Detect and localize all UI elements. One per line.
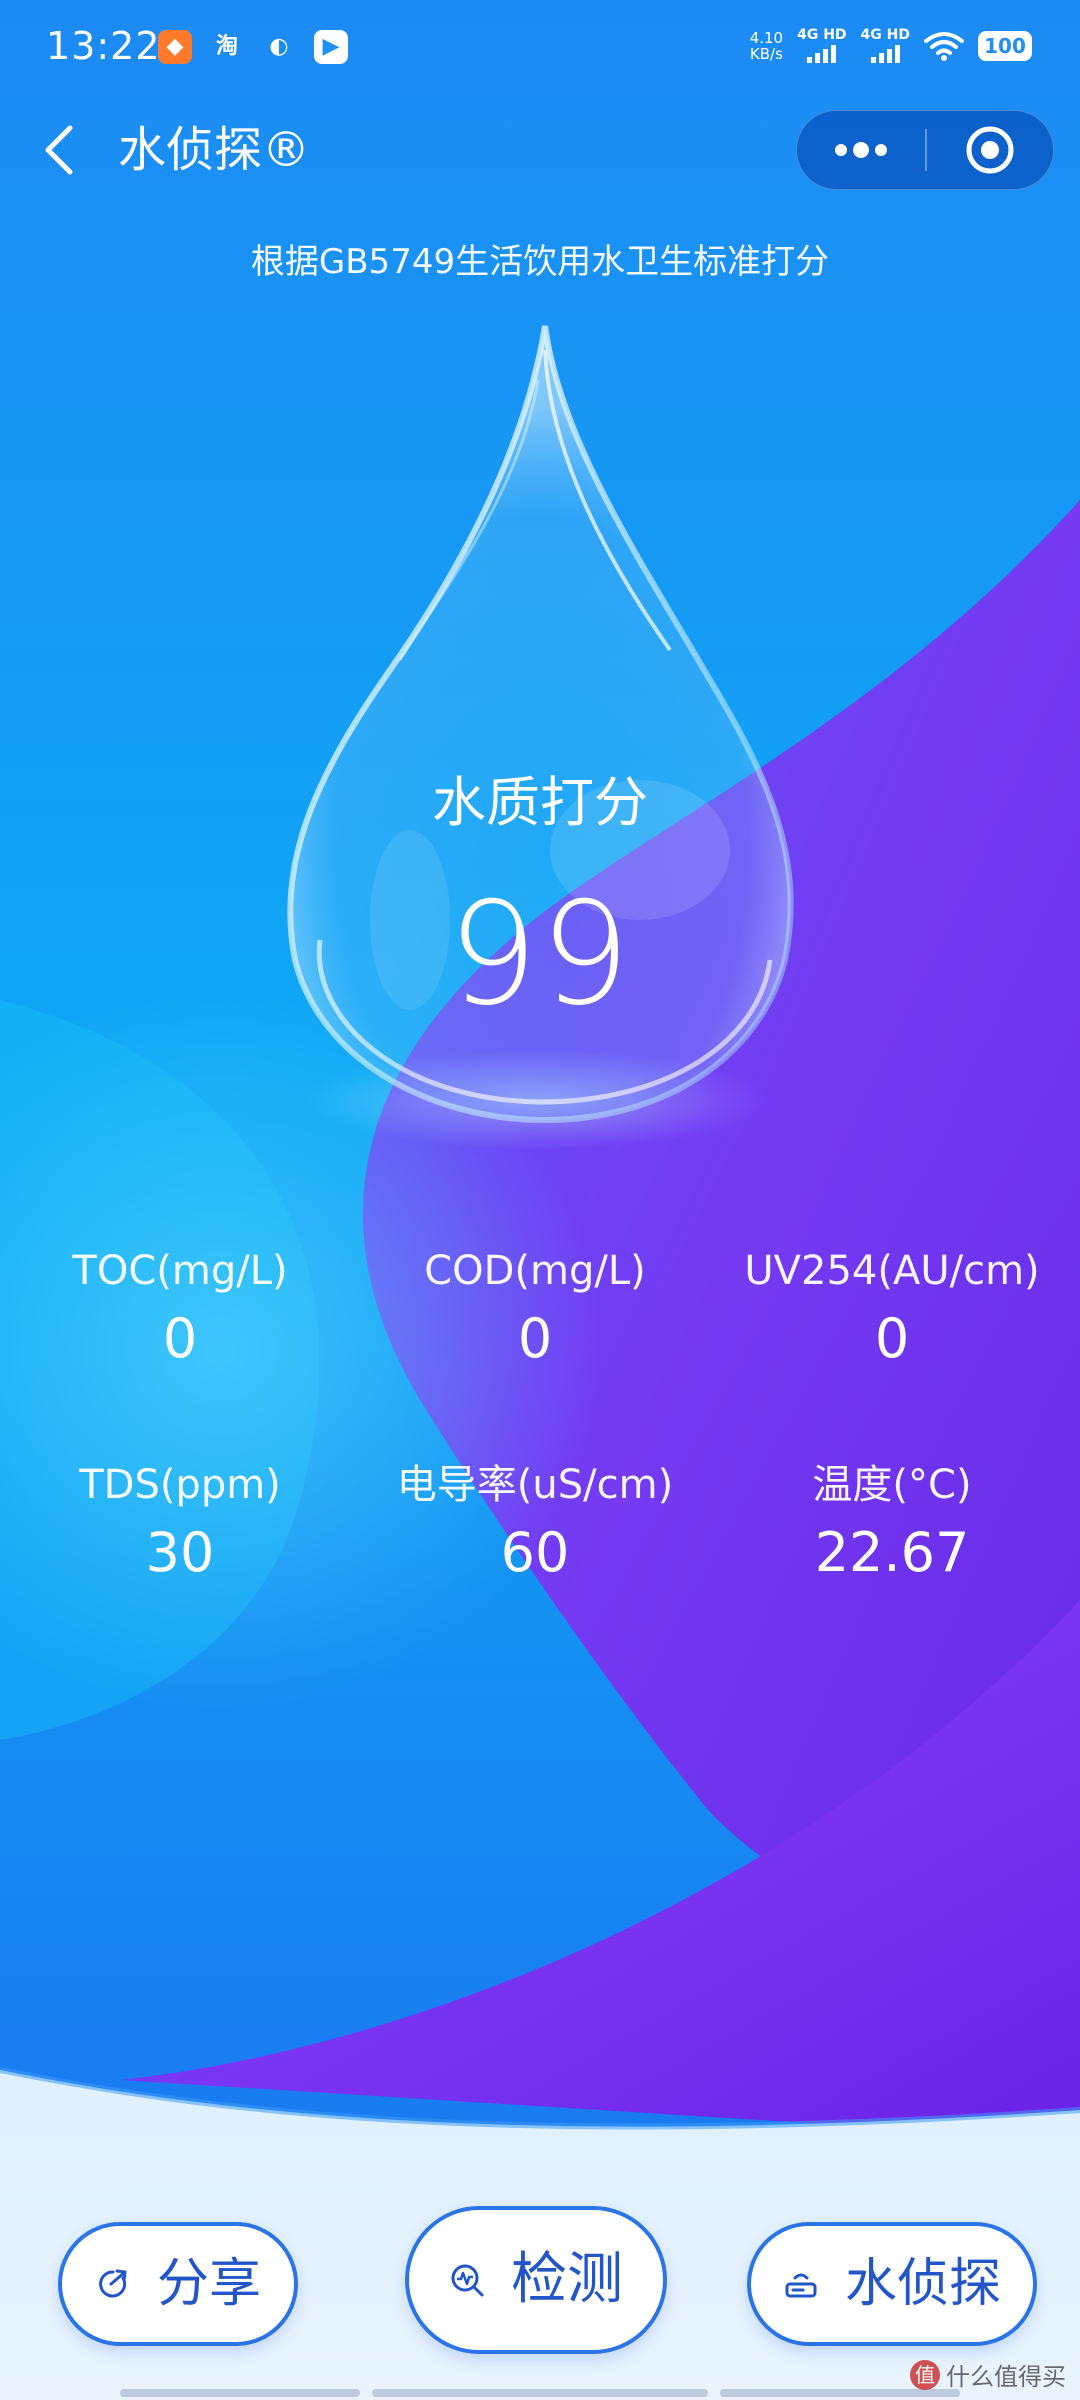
water-detective-button[interactable]: 水侦探: [747, 2222, 1037, 2346]
detect-button-label: 检测: [511, 2247, 623, 2312]
status-indicators: 4.10 KB/s 4G HD 4G HD 100: [750, 28, 1032, 63]
signal-2: 4G HD: [861, 28, 910, 63]
status-time: 13:22: [46, 24, 161, 68]
status-app-icons: ◆ 淘 ◐ ▶: [158, 30, 348, 64]
network-speed-unit: KB/s: [749, 44, 783, 63]
metric-label: COD(mg/L): [424, 1248, 646, 1294]
watermark-badge-icon: 值: [910, 2359, 940, 2390]
taobao-icon: 淘: [215, 34, 238, 59]
signal-bars-icon: [807, 45, 837, 63]
mini-program-capsule: [796, 110, 1054, 190]
notification-app-icon: ◆: [158, 30, 192, 64]
home-indicator-segment: [372, 2389, 708, 2397]
back-icon[interactable]: [38, 122, 84, 178]
metric-value: 0: [874, 1307, 910, 1370]
water-detective-button-label: 水侦探: [844, 2254, 1001, 2314]
metric-tds: TDS(ppm) 30: [0, 1459, 360, 1585]
watermark-text: 什么值得买: [946, 2363, 1066, 2391]
battery-indicator: 100: [978, 30, 1032, 61]
video-app-icon: ▶: [314, 30, 348, 64]
share-icon: [99, 2269, 127, 2298]
metric-value: 60: [500, 1521, 570, 1584]
page-title: 水侦探®: [118, 122, 311, 178]
metric-value: 0: [162, 1307, 198, 1370]
network-speed: 4.10 KB/s: [750, 30, 783, 62]
metric-label: 电导率(uS/cm): [396, 1462, 674, 1508]
status-bar: 13:22 ◆ 淘 ◐ ▶ 4.10 KB/s 4G HD 4G HD 100: [0, 0, 1080, 100]
signal-bars-icon: [870, 45, 900, 63]
metric-value: 30: [145, 1521, 215, 1584]
metric-conductivity: 电导率(uS/cm) 60: [355, 1459, 715, 1585]
detect-icon: [451, 2264, 484, 2297]
metric-label: TDS(ppm): [79, 1462, 281, 1508]
water-quality-score-value: 99: [447, 872, 633, 1037]
signal-1: 4G HD: [797, 27, 847, 63]
watermark: 值 什么值得买: [910, 2357, 1066, 2392]
share-button[interactable]: 分享: [58, 2222, 298, 2346]
metric-toc: TOC(mg/L) 0: [0, 1245, 360, 1371]
browser-icon: ◐: [269, 34, 289, 59]
wifi-icon: [924, 31, 964, 61]
metric-value: 22.67: [814, 1521, 970, 1584]
metric-temperature: 温度(°C) 22.67: [712, 1459, 1072, 1585]
more-options-icon[interactable]: [797, 111, 925, 189]
network-speed-value: 4.10: [749, 28, 784, 47]
metric-cod: COD(mg/L) 0: [355, 1245, 715, 1371]
nav-bar: 水侦探®: [0, 100, 1080, 200]
metric-label: TOC(mg/L): [72, 1248, 288, 1294]
signal-1-label: 4G HD: [797, 27, 847, 43]
close-mini-program-icon[interactable]: [927, 111, 1053, 189]
metric-label: UV254(AU/cm): [744, 1248, 1040, 1294]
water-quality-score-label: 水质打分: [432, 771, 648, 834]
share-button-label: 分享: [156, 2254, 261, 2314]
metric-value: 0: [517, 1307, 553, 1370]
metric-uv254: UV254(AU/cm) 0: [712, 1245, 1072, 1371]
scoring-standard-subtitle: 根据GB5749生活饮用水卫生标准打分: [250, 242, 830, 282]
signal-2-label: 4G HD: [860, 27, 910, 43]
metric-label: 温度(°C): [812, 1462, 972, 1508]
home-indicator-segment: [120, 2389, 360, 2397]
device-icon: [785, 2273, 817, 2298]
detect-button[interactable]: 检测: [405, 2206, 667, 2354]
